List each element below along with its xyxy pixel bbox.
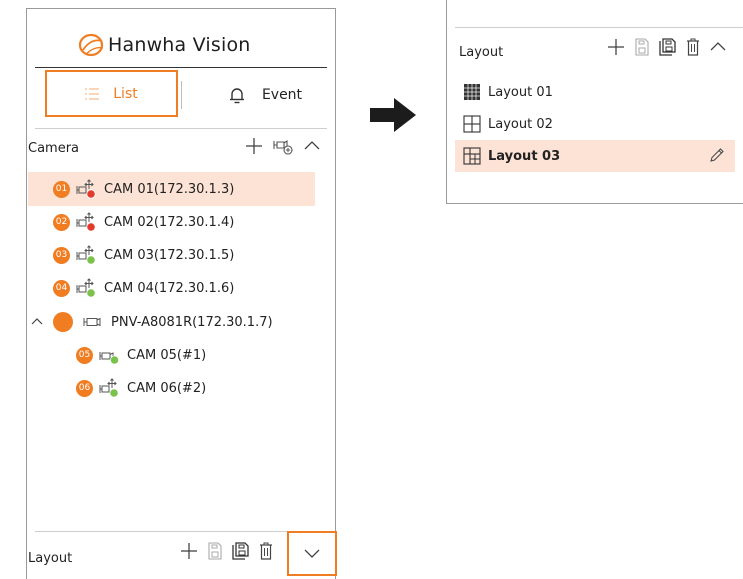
- add-icon[interactable]: [607, 38, 625, 56]
- save-icon[interactable]: [207, 542, 223, 560]
- chevron-up-icon[interactable]: [30, 315, 44, 329]
- multi-sensor-camera-icon: [83, 317, 101, 327]
- camera-number-badge: 01: [53, 180, 70, 198]
- tab-event[interactable]: Event: [197, 75, 333, 115]
- camera-list-item[interactable]: 05 CAM 05(#1): [28, 338, 315, 372]
- bell-icon: [229, 88, 244, 104]
- camera-icon: [99, 352, 120, 365]
- add-camera-icon[interactable]: [273, 137, 293, 155]
- arrow-right-icon: [370, 98, 416, 132]
- ptz-camera-icon: [76, 278, 96, 298]
- camera-label: CAM 03(172.30.1.5): [104, 247, 235, 263]
- camera-toolbar: [245, 137, 321, 155]
- camera-number-badge: 06: [76, 379, 93, 397]
- expand-layout-button[interactable]: [287, 531, 337, 576]
- divider: [35, 531, 327, 532]
- sidebar-panel: Hanwha Vision List Event Camera 01 CAM 0…: [26, 8, 336, 579]
- camera-label: CAM 06(#2): [127, 380, 207, 396]
- chevron-down-icon: [304, 549, 320, 558]
- grid-16-icon: [464, 84, 480, 100]
- camera-list-item[interactable]: 06 CAM 06(#2): [28, 371, 315, 405]
- chevron-up-icon[interactable]: [303, 137, 321, 155]
- layout-list-item[interactable]: Layout 03: [455, 140, 735, 172]
- ptz-camera-icon: [76, 245, 96, 265]
- tab-list[interactable]: List: [45, 70, 178, 117]
- ptz-camera-icon: [76, 179, 96, 199]
- camera-list-item[interactable]: 03 CAM 03(172.30.1.5): [28, 238, 315, 272]
- pencil-icon[interactable]: [709, 147, 725, 163]
- add-icon[interactable]: [180, 542, 198, 560]
- layout-label: Layout 02: [488, 116, 553, 132]
- layout-toolbar: [180, 542, 273, 560]
- brand-logo: Hanwha Vision: [77, 31, 251, 59]
- layout-label: Layout 01: [488, 84, 553, 100]
- tab-event-label: Event: [261, 87, 303, 103]
- ptz-camera-icon: [99, 378, 119, 398]
- layout-panel: Layout Layout 01 Layout 02 Layout 03: [446, 0, 743, 204]
- camera-label: CAM 04(172.30.1.6): [104, 280, 235, 296]
- divider: [35, 128, 327, 129]
- divider: [35, 67, 327, 68]
- brand-name: Hanwha Vision: [108, 34, 251, 56]
- hanwha-logo-icon: [78, 33, 104, 57]
- chevron-up-icon[interactable]: [709, 38, 727, 56]
- grid-4-icon: [463, 115, 481, 133]
- layout-section-title: Layout: [459, 45, 504, 60]
- delete-icon[interactable]: [259, 542, 273, 560]
- grid-custom-icon: [463, 147, 481, 165]
- group-status-dot: [53, 312, 73, 332]
- camera-list-item[interactable]: 04 CAM 04(172.30.1.6): [28, 271, 315, 305]
- layout-list-item[interactable]: Layout 02: [455, 108, 735, 140]
- camera-section-header: Camera: [27, 137, 335, 161]
- tab-divider: [181, 81, 182, 109]
- camera-section-title: Camera: [28, 141, 80, 156]
- divider: [455, 27, 743, 28]
- camera-group-label: PNV-A8081R(172.30.1.7): [111, 314, 273, 330]
- add-icon[interactable]: [245, 137, 263, 155]
- camera-list-item[interactable]: 01 CAM 01(172.30.1.3): [28, 172, 315, 206]
- camera-number-badge: 04: [53, 279, 70, 297]
- camera-number-badge: 05: [76, 346, 93, 364]
- camera-number-badge: 02: [53, 213, 70, 231]
- camera-group-item[interactable]: PNV-A8081R(172.30.1.7): [28, 305, 328, 339]
- save-as-icon[interactable]: [232, 542, 250, 560]
- list-icon: [85, 87, 100, 100]
- layout-label: Layout 03: [488, 148, 561, 164]
- camera-number-badge: 03: [53, 246, 70, 264]
- camera-label: CAM 01(172.30.1.3): [104, 181, 235, 197]
- delete-icon[interactable]: [686, 38, 700, 56]
- camera-label: CAM 05(#1): [127, 347, 207, 363]
- camera-list-item[interactable]: 02 CAM 02(172.30.1.4): [28, 205, 315, 239]
- save-icon[interactable]: [634, 38, 650, 56]
- save-as-icon[interactable]: [659, 38, 677, 56]
- ptz-camera-icon: [76, 212, 96, 232]
- camera-label: CAM 02(172.30.1.4): [104, 214, 235, 230]
- layout-section-title: Layout: [28, 551, 73, 566]
- layout-toolbar: [607, 38, 727, 56]
- layout-list-item[interactable]: Layout 01: [455, 76, 735, 108]
- tab-list-label: List: [113, 85, 138, 102]
